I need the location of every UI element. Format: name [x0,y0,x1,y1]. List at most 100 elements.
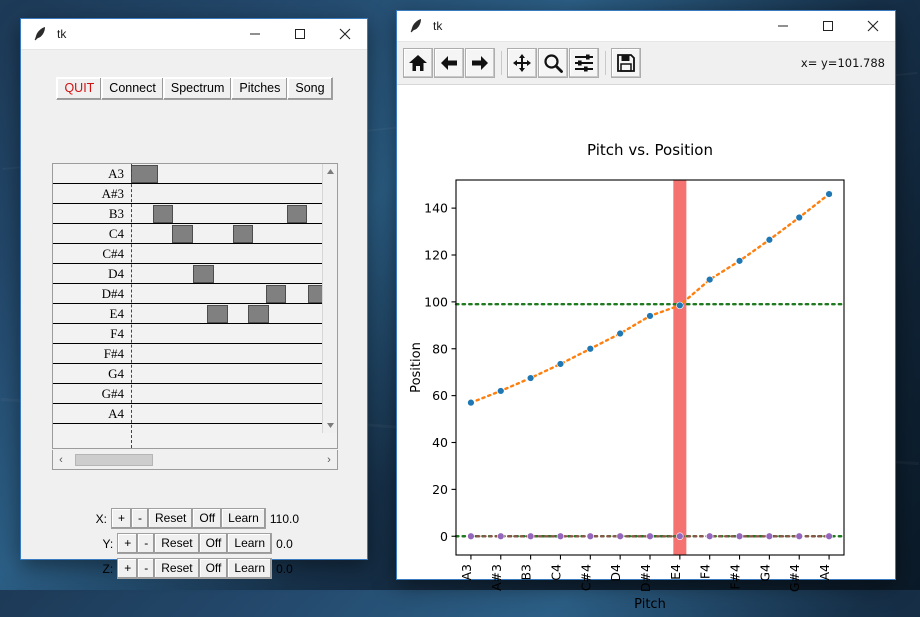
spectrum-button[interactable]: Spectrum [162,77,233,100]
scroll-up-arrow[interactable] [323,164,337,179]
y-tick-label: 80 [432,341,448,356]
z-learn-button[interactable]: Learn [227,558,273,579]
note-block[interactable] [233,225,253,243]
data-point [497,387,505,395]
zoom-magnifier-icon[interactable] [538,48,568,78]
forward-arrow-icon[interactable] [465,48,495,78]
quit-button[interactable]: QUIT [56,77,103,100]
data-point [526,374,535,382]
note-block[interactable] [308,285,322,303]
note-block[interactable] [266,285,286,303]
x-tick-label: F#4 [728,564,743,590]
axis-control-row: Z: + - Reset Off Learn 0.0 [21,558,367,579]
scroll-left-arrow[interactable]: ‹ [53,454,69,466]
piano-roll-row[interactable]: E4 [53,304,322,324]
z-off-button[interactable]: Off [198,558,229,579]
data-point [497,532,505,540]
pan-move-icon[interactable] [507,48,537,78]
connect-button[interactable]: Connect [101,77,164,100]
data-point [616,329,624,338]
song-button[interactable]: Song [287,77,333,100]
tk-control-window: tk QUIT Connect Spectrum Pitches Song A3… [20,18,368,579]
data-point [735,257,744,265]
piano-roll-rows[interactable]: A3 A#3 B3 C4 C#4 D4 D#4 E4 F4 F#4 G4 G#4 A4 [53,164,322,448]
close-icon[interactable] [850,11,895,42]
tk-toolbar-buttons: QUIT Connect Spectrum Pitches Song [21,77,367,100]
axis-label: Y: [102,536,114,551]
maximize-icon[interactable] [805,11,850,42]
piano-roll-row-label: D#4 [101,285,124,301]
x-plus-button[interactable]: + [110,508,132,529]
piano-roll-vertical-scrollbar[interactable] [322,164,337,433]
data-point [616,532,624,540]
data-point [586,345,595,353]
matplotlib-navigation-toolbar: x= y=101.788 [397,42,895,85]
data-point [526,532,535,540]
z-minus-button[interactable]: - [137,558,156,579]
piano-roll-row-label: A4 [108,405,124,421]
data-point [467,398,475,407]
piano-roll-row[interactable]: F4 [53,324,322,344]
save-floppy-icon[interactable] [611,48,641,78]
note-block[interactable] [248,305,269,323]
piano-roll-row[interactable]: G4 [53,364,322,384]
y-reset-button[interactable]: Reset [154,533,200,554]
data-point [586,532,595,540]
piano-roll-row[interactable]: C#4 [53,244,322,264]
scroll-down-arrow[interactable] [323,418,338,433]
note-block[interactable] [287,205,307,223]
home-icon[interactable] [403,48,433,78]
piano-roll[interactable]: A3 A#3 B3 C4 C#4 D4 D#4 E4 F4 F#4 G4 G#4 A4 [52,163,338,449]
axis-value: 0.0 [276,561,293,576]
piano-roll-row[interactable]: A3 [53,164,322,184]
piano-roll-row[interactable]: A4 [53,404,322,424]
piano-roll-row-label: A3 [108,165,124,181]
back-arrow-icon[interactable] [434,48,464,78]
x-off-button[interactable]: Off [192,508,223,529]
piano-roll-row[interactable]: A#3 [53,184,322,204]
mpl-titlebar[interactable]: tk [397,11,895,42]
piano-roll-row[interactable]: D#4 [53,284,322,304]
pitch-vs-position-chart[interactable]: Pitch vs. Position 0 20 40 60 80 100 120 140 A3 A#… [397,85,897,612]
note-block[interactable] [172,225,193,243]
tk-titlebar[interactable]: tk [21,19,367,50]
scrollbar-thumb[interactable] [75,453,153,466]
x-minus-button[interactable]: - [131,508,149,529]
close-icon[interactable] [322,19,367,50]
y-tick-label: 140 [424,201,448,216]
note-block[interactable] [131,165,158,183]
piano-roll-row[interactable]: D4 [53,264,322,284]
plot-canvas[interactable]: Pitch vs. Position 0 20 40 60 80 100 120 140 A3 A#… [397,85,895,612]
z-reset-button[interactable]: Reset [154,558,200,579]
piano-roll-row[interactable]: B3 [53,204,322,224]
piano-roll-row[interactable]: G#4 [53,384,322,404]
tk-window-buttons [232,19,367,50]
scroll-right-arrow[interactable]: › [321,454,337,466]
y-minus-button[interactable]: - [137,533,156,554]
note-block[interactable] [153,205,173,223]
y-plus-button[interactable]: + [117,533,139,554]
piano-roll-row[interactable]: F#4 [53,344,322,364]
pitches-button[interactable]: Pitches [231,77,289,100]
note-block[interactable] [207,305,228,323]
y-tick-label: 120 [424,248,448,263]
piano-roll-row-label: C4 [108,225,124,241]
x-tick-label: G#4 [787,564,802,592]
minimize-icon[interactable] [232,19,277,50]
y-learn-button[interactable]: Learn [227,533,273,554]
maximize-icon[interactable] [277,19,322,50]
minimize-icon[interactable] [760,11,805,42]
note-block[interactable] [193,265,214,283]
y-off-button[interactable]: Off [198,533,229,554]
mpl-window-body: x= y=101.788 Pitch vs. Position 0 20 40 60 80… [397,42,895,612]
x-learn-button[interactable]: Learn [221,508,266,529]
chart-title: Pitch vs. Position [587,141,713,159]
piano-roll-horizontal-scrollbar[interactable]: ‹ › [52,450,338,470]
piano-roll-row[interactable]: C4 [53,224,322,244]
z-plus-button[interactable]: + [117,558,139,579]
piano-roll-row-label: F4 [110,325,124,341]
x-reset-button[interactable]: Reset [148,508,194,529]
data-point [735,532,744,540]
subplot-sliders-icon[interactable] [569,48,599,78]
scrollbar-track[interactable] [69,453,321,467]
